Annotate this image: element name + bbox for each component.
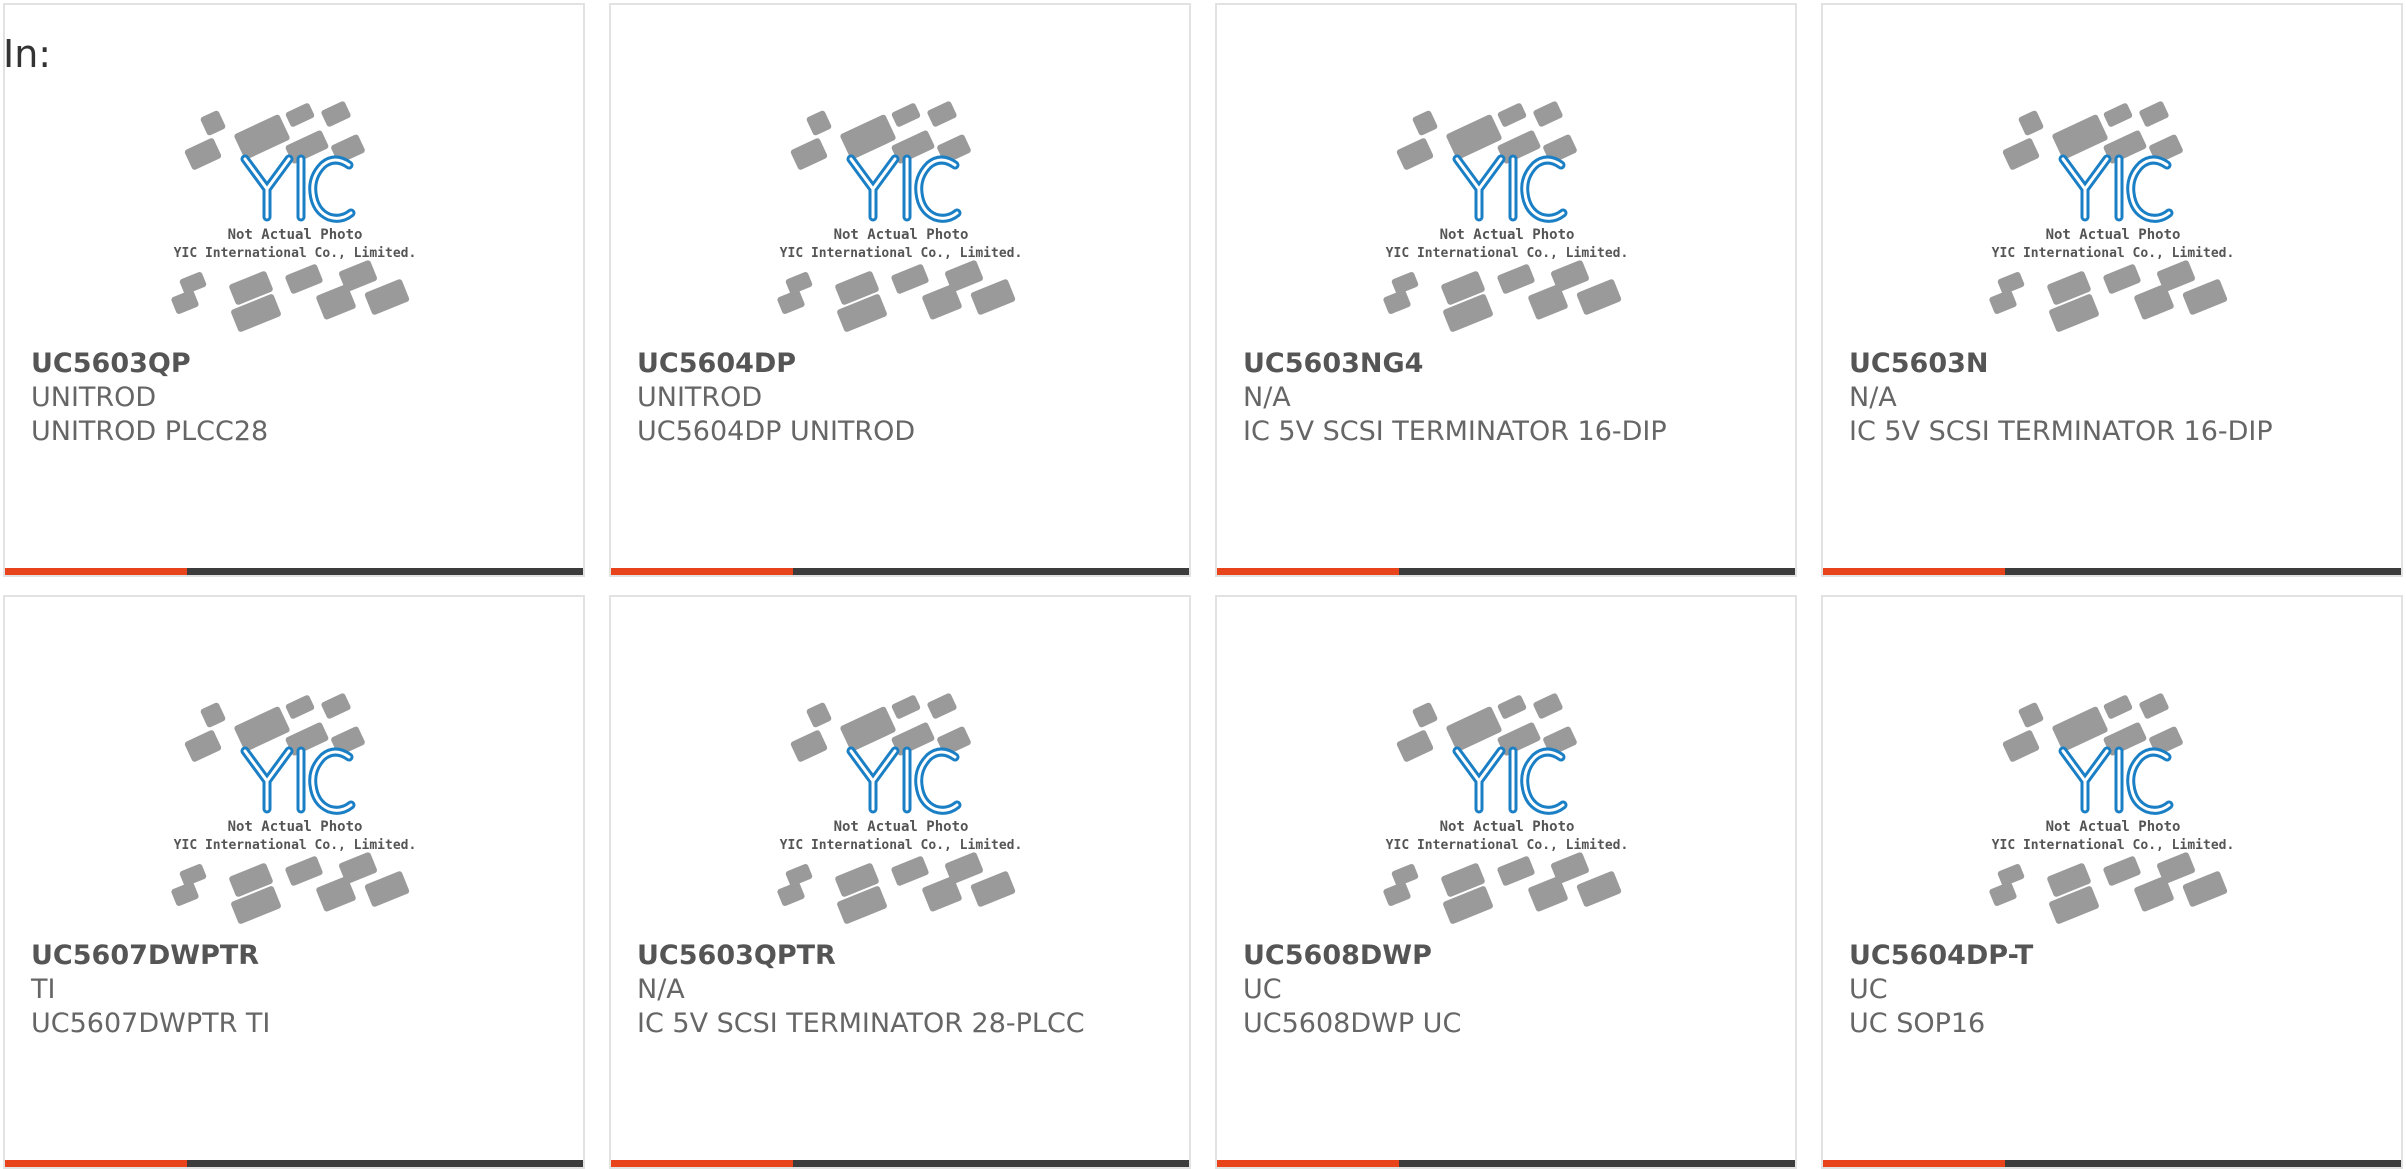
product-info: UC5608DWP UC UC5608DWP UC [1243, 939, 1763, 1041]
product-info: UC5604DP-T UC UC SOP16 [1849, 939, 2369, 1041]
placeholder-line1: Not Actual Photo [2046, 227, 2181, 243]
yic-logo-icon [240, 154, 356, 223]
product-card[interactable]: Not Actual Photo YIC International Co., L… [1821, 3, 2403, 577]
card-accent-bar [5, 1160, 187, 1167]
placeholder-line2: YIC International Co., Limited. [780, 838, 1023, 853]
card-bottom-bar [611, 568, 1189, 575]
manufacturer: UNITROD [637, 382, 763, 413]
card-accent-bar [1823, 1160, 2005, 1167]
description: UC SOP16 [1849, 1008, 1986, 1039]
manufacturer: N/A [1243, 382, 1291, 413]
description: UC5608DWP UC [1243, 1008, 1462, 1039]
description: UNITROD PLCC28 [31, 416, 269, 447]
placeholder-line2: YIC International Co., Limited. [1386, 246, 1629, 261]
product-card[interactable]: Not Actual Photo YIC International Co., L… [1821, 595, 2403, 1169]
placeholder-line1: Not Actual Photo [834, 819, 969, 835]
placeholder-line2: YIC International Co., Limited. [1992, 838, 2235, 853]
yic-logo-icon [240, 746, 356, 815]
product-info: UC5603QPTR N/A IC 5V SCSI TERMINATOR 28-… [637, 939, 1157, 1041]
manufacturer: UC [1243, 974, 1282, 1005]
product-card[interactable]: Not Actual Photo YIC International Co., L… [609, 3, 1191, 577]
card-bottom-bar [1217, 1160, 1795, 1167]
card-accent-bar [611, 568, 793, 575]
manufacturer: N/A [1849, 382, 1897, 413]
product-info: UC5603N N/A IC 5V SCSI TERMINATOR 16-DIP [1849, 347, 2369, 449]
not-actual-photo-image: Not Actual Photo YIC International Co., L… [171, 101, 417, 332]
product-card[interactable]: Not Actual Photo YIC International Co., L… [609, 595, 1191, 1169]
placeholder-line1: Not Actual Photo [1440, 819, 1575, 835]
description: IC 5V SCSI TERMINATOR 16-DIP [1849, 416, 2273, 447]
placeholder-line1: Not Actual Photo [228, 227, 363, 243]
not-actual-photo-image: Not Actual Photo YIC International Co., L… [171, 693, 417, 924]
product-card[interactable]: Not Actual Photo YIC International Co., L… [1215, 3, 1797, 577]
placeholder-line2: YIC International Co., Limited. [1386, 838, 1629, 853]
yic-logo-icon [1452, 746, 1568, 815]
not-actual-photo-image: Not Actual Photo YIC International Co., L… [1383, 101, 1629, 332]
yic-logo-icon [1452, 154, 1568, 223]
yic-logo-icon [2058, 746, 2174, 815]
part-number-link[interactable]: UC5603NG4 [1243, 347, 1763, 381]
product-info: UC5604DP UNITROD UC5604DP UNITROD [637, 347, 1157, 449]
product-card[interactable]: Not Actual Photo YIC International Co., L… [3, 595, 585, 1169]
manufacturer: UNITROD [31, 382, 157, 413]
ic-package-icons-bottom [1383, 260, 1622, 332]
product-info: UC5603QP UNITROD UNITROD PLCC28 [31, 347, 551, 449]
card-accent-bar [1217, 1160, 1399, 1167]
manufacturer: TI [31, 974, 56, 1005]
card-accent-bar [611, 1160, 793, 1167]
product-grid: Not Actual Photo YIC International Co., L… [3, 3, 2403, 1169]
product-card[interactable]: Not Actual Photo YIC International Co., L… [3, 3, 585, 577]
card-accent-bar [5, 568, 187, 575]
product-info: UC5603NG4 N/A IC 5V SCSI TERMINATOR 16-D… [1243, 347, 1763, 449]
card-bottom-bar [5, 568, 583, 575]
placeholder-line1: Not Actual Photo [1440, 227, 1575, 243]
description: IC 5V SCSI TERMINATOR 28-PLCC [637, 1008, 1085, 1039]
card-bottom-bar [1217, 568, 1795, 575]
ic-package-icons-bottom [1989, 852, 2228, 924]
part-number-link[interactable]: UC5603QP [31, 347, 551, 381]
ic-package-icons-bottom [171, 260, 410, 332]
part-number-link[interactable]: UC5603N [1849, 347, 2369, 381]
description: IC 5V SCSI TERMINATOR 16-DIP [1243, 416, 1667, 447]
ic-package-icons-bottom [777, 852, 1016, 924]
product-card[interactable]: Not Actual Photo YIC International Co., L… [1215, 595, 1797, 1169]
placeholder-line1: Not Actual Photo [2046, 819, 2181, 835]
placeholder-line2: YIC International Co., Limited. [174, 838, 417, 853]
not-actual-photo-image: Not Actual Photo YIC International Co., L… [1989, 101, 2235, 332]
part-number-link[interactable]: UC5603QPTR [637, 939, 1157, 973]
placeholder-line2: YIC International Co., Limited. [780, 246, 1023, 261]
yic-logo-icon [846, 154, 962, 223]
part-number-link[interactable]: UC5608DWP [1243, 939, 1763, 973]
not-actual-photo-image: Not Actual Photo YIC International Co., L… [777, 101, 1023, 332]
ic-package-icons-bottom [171, 852, 410, 924]
product-info: UC5607DWPTR TI UC5607DWPTR TI [31, 939, 551, 1041]
placeholder-line2: YIC International Co., Limited. [1992, 246, 2235, 261]
yic-logo-icon [2058, 154, 2174, 223]
part-number-link[interactable]: UC5604DP [637, 347, 1157, 381]
card-bottom-bar [5, 1160, 583, 1167]
ic-package-icons-bottom [1383, 852, 1622, 924]
card-accent-bar [1823, 568, 2005, 575]
card-bottom-bar [1823, 1160, 2401, 1167]
description: UC5607DWPTR TI [31, 1008, 271, 1039]
part-number-link[interactable]: UC5607DWPTR [31, 939, 551, 973]
placeholder-line2: YIC International Co., Limited. [174, 246, 417, 261]
manufacturer: UC [1849, 974, 1888, 1005]
placeholder-line1: Not Actual Photo [834, 227, 969, 243]
card-bottom-bar [611, 1160, 1189, 1167]
card-accent-bar [1217, 568, 1399, 575]
card-bottom-bar [1823, 568, 2401, 575]
not-actual-photo-image: Not Actual Photo YIC International Co., L… [777, 693, 1023, 924]
description: UC5604DP UNITROD [637, 416, 916, 447]
part-number-link[interactable]: UC5604DP-T [1849, 939, 2369, 973]
not-actual-photo-image: Not Actual Photo YIC International Co., L… [1383, 693, 1629, 924]
ic-package-icons-bottom [1989, 260, 2228, 332]
ic-package-icons-bottom [777, 260, 1016, 332]
yic-logo-icon [846, 746, 962, 815]
placeholder-line1: Not Actual Photo [228, 819, 363, 835]
prefix-label: In: [3, 32, 52, 76]
manufacturer: N/A [637, 974, 685, 1005]
not-actual-photo-image: Not Actual Photo YIC International Co., L… [1989, 693, 2235, 924]
